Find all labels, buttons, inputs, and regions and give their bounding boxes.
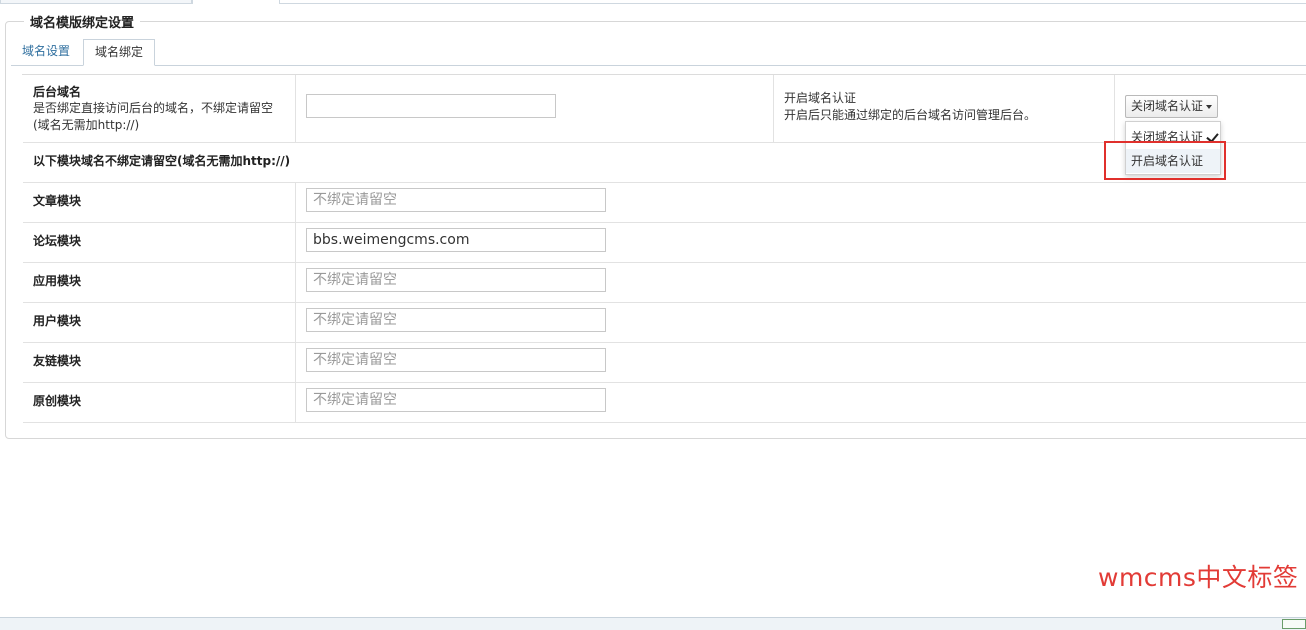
modules-header: 以下模块域名不绑定请留空(域名无需加http://) [33,154,291,168]
module-row: 论坛模块 [23,223,1306,263]
module-label-cell: 用户模块 [23,303,296,342]
admin-domain-label-cell: 后台域名 是否绑定直接访问后台的域名，不绑定请留空 (域名无需加http://) [23,75,296,142]
tab-domain-binding[interactable]: 域名绑定 [83,39,156,66]
module-row: 应用模块 [23,263,1306,303]
column-divider [773,75,774,143]
module-label-cell: 论坛模块 [23,223,296,262]
module-row: 文章模块 [23,183,1306,223]
user-domain-input[interactable] [306,308,606,332]
column-divider [1114,75,1115,143]
module-label: 友链模块 [33,354,82,368]
module-label: 原创模块 [33,394,82,408]
auth-select-button[interactable]: 关闭域名认证 [1125,95,1218,118]
top-tab-divider [280,3,1306,4]
top-tab-strip [0,0,1306,4]
link-domain-input[interactable] [306,348,606,372]
panel-title: 域名模版绑定设置 [30,16,135,31]
tab-domain-settings[interactable]: 域名设置 [11,39,81,65]
sub-tab-bar: 域名设置 域名绑定 [11,39,1306,66]
original-domain-input[interactable] [306,388,606,412]
admin-domain-input[interactable] [306,94,556,118]
module-label-cell: 文章模块 [23,183,296,222]
status-icon[interactable] [1282,619,1306,629]
auth-select-value: 关闭域名认证 [1131,99,1204,113]
admin-domain-label: 后台域名 [33,85,82,99]
module-label-cell: 应用模块 [23,263,296,302]
article-domain-input[interactable] [306,188,606,212]
module-row: 用户模块 [23,303,1306,343]
top-tab-current[interactable] [192,0,280,4]
admin-domain-desc: 是否绑定直接访问后台的域名，不绑定请留空 [33,101,274,115]
auth-title: 开启域名认证 [784,91,857,105]
top-tab-previous[interactable] [0,0,192,4]
forum-domain-input[interactable] [306,228,606,252]
module-row: 原创模块 [23,383,1306,423]
auth-desc: 开启后只能通过绑定的后台域名访问管理后台。 [784,108,1037,122]
caret-down-icon [1206,104,1213,109]
watermark-text: wmcms中文标签 [1098,563,1299,592]
module-label: 用户模块 [33,314,82,328]
status-bar [0,617,1306,630]
binding-form: 后台域名 是否绑定直接访问后台的域名，不绑定请留空 (域名无需加http://)… [22,74,1306,423]
module-label: 应用模块 [33,274,82,288]
module-label: 文章模块 [33,194,82,208]
module-row: 友链模块 [23,343,1306,383]
module-label: 论坛模块 [33,234,82,248]
module-label-cell: 友链模块 [23,343,296,382]
module-label-cell: 原创模块 [23,383,296,422]
admin-domain-row: 后台域名 是否绑定直接访问后台的域名，不绑定请留空 (域名无需加http://)… [23,75,1306,143]
admin-domain-note: (域名无需加http://) [33,118,140,132]
app-domain-input[interactable] [306,268,606,292]
auth-description: 开启域名认证 开启后只能通过绑定的后台域名访问管理后台。 [784,90,1036,124]
highlight-box [1104,141,1226,180]
